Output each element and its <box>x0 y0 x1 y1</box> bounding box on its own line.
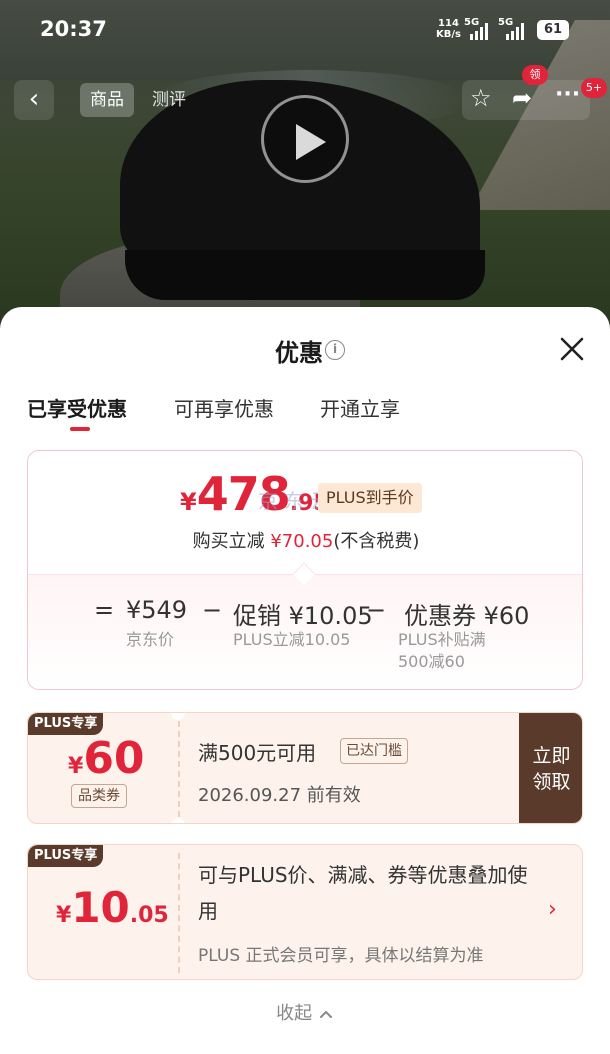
plus-price-tag: PLUS到手价 <box>318 483 422 513</box>
coupon-condition: 满500元可用 <box>198 741 317 765</box>
claim-coupon-button[interactable]: 立即 领取 <box>519 713 582 823</box>
coupon-label-line-1: PLUS补贴满 <box>398 630 486 649</box>
signal-bars-2-icon <box>506 22 524 40</box>
plus-discount-description: 可与PLUS价、满减、券等优惠叠加使用 <box>198 863 528 923</box>
chevron-right-icon[interactable]: › <box>548 897 557 922</box>
active-tab-indicator <box>70 427 90 431</box>
minus-sign-2: − <box>366 596 387 624</box>
plus-card-divider <box>178 853 180 973</box>
chevron-up-icon <box>319 1010 332 1018</box>
coupon-cutout-top <box>171 713 185 720</box>
discount-sheet: 优惠 i 已享受优惠 可再享优惠 开通立享 ¥478.95 京东云用 PLUS到… <box>0 307 610 1054</box>
collapse-button[interactable]: 收起 <box>0 999 610 1025</box>
promo-label: PLUS立减10.05 <box>233 630 351 649</box>
play-video-button[interactable] <box>261 95 349 183</box>
plus-exclusive-badge: PLUS专享 <box>28 845 104 867</box>
status-time: 20:37 <box>40 17 107 41</box>
discount-tabs: 已享受优惠 可再享优惠 开通立享 <box>0 393 610 433</box>
plus-coupon-card[interactable]: PLUS专享 ¥60 品类券 满500元可用 已达门槛 2026.09.27 前… <box>27 712 583 824</box>
base-price: ¥549 <box>126 596 188 624</box>
minus-sign-1: − <box>202 596 223 624</box>
signal-bars-1-icon <box>470 22 488 40</box>
coupon-validity: 2026.09.27 前有效 <box>198 785 361 806</box>
close-icon <box>560 337 584 361</box>
tab-review[interactable]: 测评 <box>152 83 186 117</box>
base-price-label: 京东价 <box>126 630 175 649</box>
battery-icon: 61 <box>537 20 569 40</box>
coupon-kind: 品类券 <box>71 784 127 808</box>
summary-top: ¥478.95 京东云用 PLUS到手价 购买立减 ¥70.05(不含税费) <box>28 451 582 574</box>
info-icon[interactable]: i <box>325 340 345 360</box>
coupon-divider <box>178 721 180 817</box>
coupon-amount: 优惠券 ¥60 <box>404 602 530 630</box>
tab-more-available[interactable]: 可再享优惠 <box>174 393 274 422</box>
plus-discount-card[interactable]: PLUS专享 ¥10.05 可与PLUS价、满减、券等优惠叠加使用 PLUS 正… <box>27 844 583 980</box>
message-count-badge: 5+ <box>581 78 607 98</box>
tab-open-now[interactable]: 开通立享 <box>320 393 400 422</box>
promo-amount: 促销 ¥10.05 <box>233 602 373 630</box>
coupon-label-line-2: 500减60 <box>398 652 465 671</box>
threshold-reached-badge: 已达门槛 <box>340 738 408 764</box>
favorite-star-icon[interactable]: ☆ <box>470 84 492 112</box>
share-icon[interactable]: ➦ <box>512 84 532 112</box>
reduce-line: 购买立减 ¥70.05(不含税费) <box>192 531 420 552</box>
coupon-cutout-bottom <box>171 818 185 823</box>
plus-exclusive-badge: PLUS专享 <box>28 713 104 735</box>
plus-discount-value: ¥10.05 <box>56 883 169 932</box>
plus-discount-note: PLUS 正式会员可享，具体以结算为准 <box>198 946 484 966</box>
coupon-badge: 领 <box>522 65 548 85</box>
price-summary-card: ¥478.95 京东云用 PLUS到手价 购买立减 ¥70.05(不含税费) =… <box>27 450 583 690</box>
close-button[interactable] <box>552 329 592 369</box>
coupon-value: ¥60 <box>68 733 145 784</box>
back-button[interactable]: ‹ <box>14 80 54 120</box>
tab-enjoyed[interactable]: 已享受优惠 <box>27 393 127 422</box>
status-bar: 20:37 114 KB/s 5G 5G 61 <box>0 0 610 60</box>
network-speed: 114 KB/s <box>436 18 461 40</box>
play-icon <box>296 124 326 160</box>
equals-sign: = <box>94 596 115 624</box>
sheet-title: 优惠 <box>275 339 323 367</box>
tab-goods[interactable]: 商品 <box>80 83 134 117</box>
more-icon[interactable]: ··· <box>555 82 580 107</box>
